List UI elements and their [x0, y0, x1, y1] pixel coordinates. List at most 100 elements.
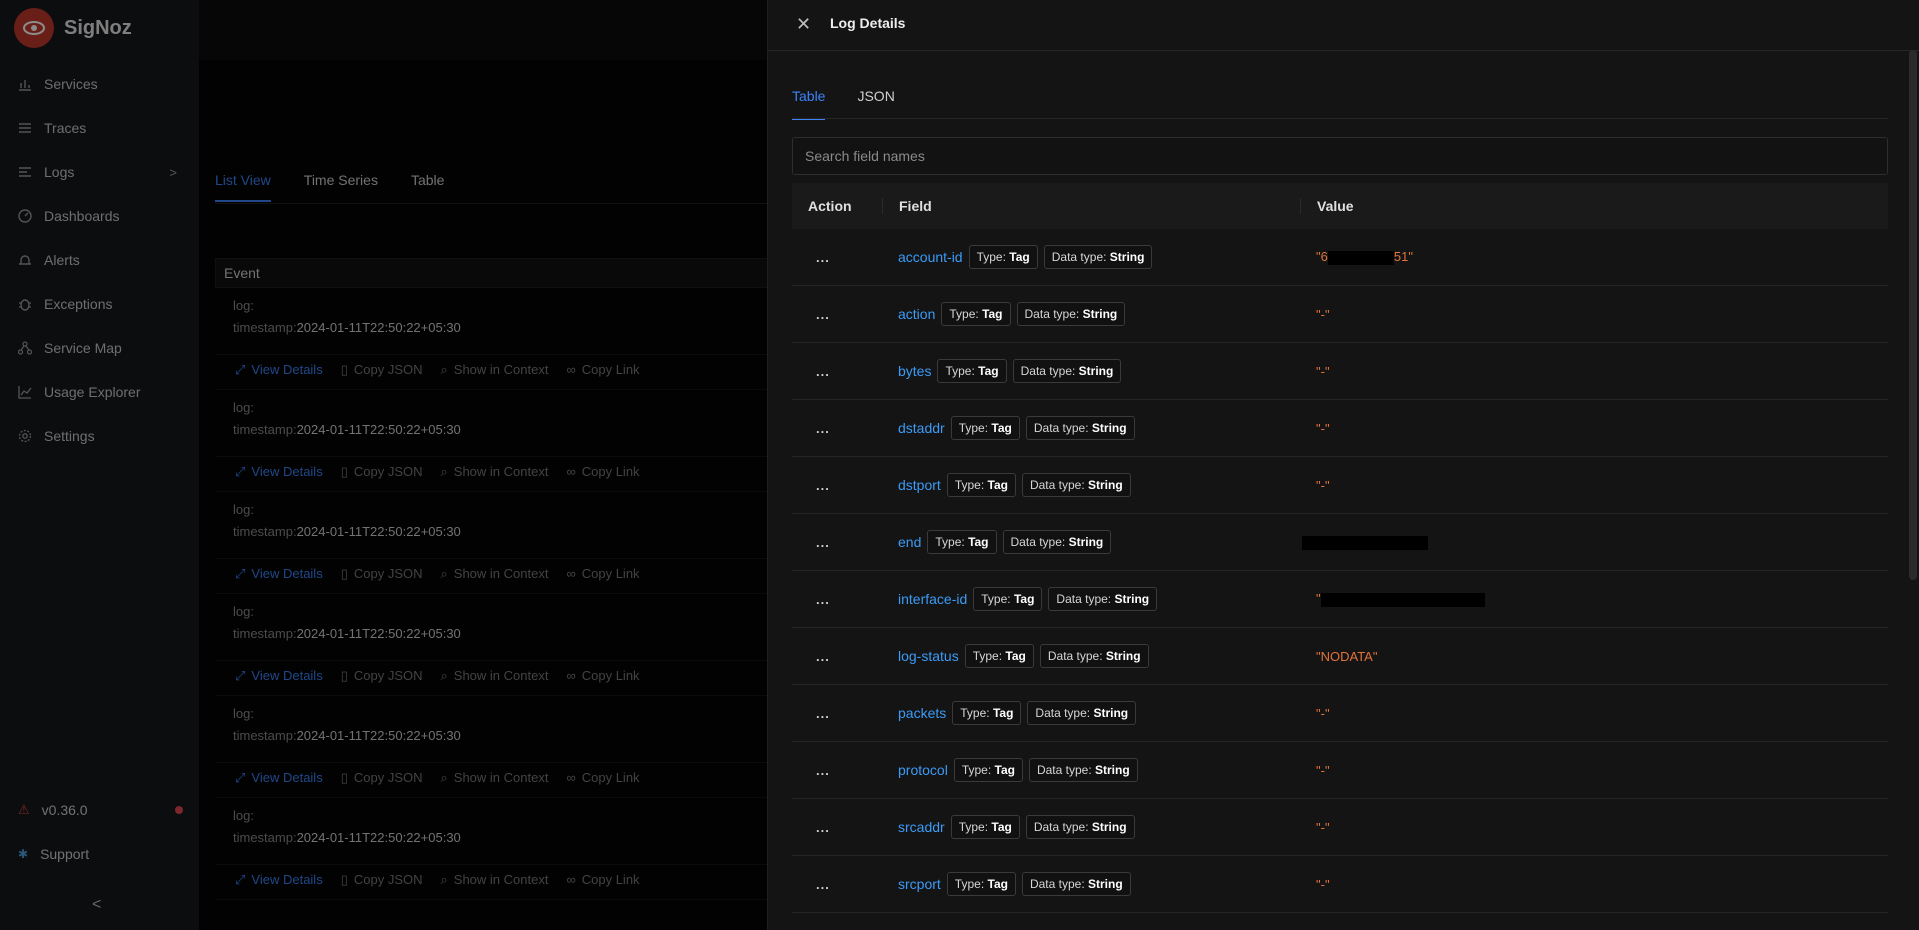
sidebar-item-settings[interactable]: Settings [0, 414, 199, 458]
row-action-menu[interactable]: ... [792, 592, 882, 607]
copy-link-button[interactable]: ∞ Copy Link [566, 668, 639, 683]
show-in-context-button[interactable]: ⌕ Show in Context [441, 668, 549, 684]
copy-link-button[interactable]: ∞ Copy Link [566, 770, 639, 785]
timestamp-line: timestamp:2024-01-11T22:50:22+05:30 [233, 728, 461, 743]
type-badge-value: Tag [987, 478, 1008, 492]
row-action-menu[interactable]: ... [792, 250, 882, 265]
view-details-button[interactable]: ⤢ View Details [235, 872, 323, 888]
field-name[interactable]: interface-id [898, 591, 967, 607]
datatype-badge: Data type: String [1012, 359, 1122, 383]
row-action-menu[interactable]: ... [792, 820, 882, 835]
type-badge: Type: Tag [946, 473, 1016, 497]
sidebar-item-exceptions[interactable]: Exceptions [0, 282, 199, 326]
field-name[interactable]: action [898, 306, 935, 322]
show-in-context-button[interactable]: ⌕ Show in Context [441, 362, 549, 378]
event-list: log: timestamp:2024-01-11T22:50:22+05:30… [215, 288, 795, 930]
copy-json-button[interactable]: ▯ Copy JSON [341, 362, 423, 378]
list-icon [18, 121, 32, 135]
row-action-menu[interactable]: ... [792, 421, 882, 436]
show-in-context-button[interactable]: ⌕ Show in Context [441, 566, 549, 582]
field-name[interactable]: packets [898, 705, 946, 721]
copy-json-button[interactable]: ▯ Copy JSON [341, 668, 423, 684]
type-badge-value: Tag [978, 364, 999, 378]
row-action-menu[interactable]: ... [792, 763, 882, 778]
field-name[interactable]: log-status [898, 648, 959, 664]
field-name[interactable]: bytes [898, 363, 931, 379]
sidebar-item-usage-explorer[interactable]: Usage Explorer [0, 370, 199, 414]
row-action-menu[interactable]: ... [792, 478, 882, 493]
tab-time-series[interactable]: Time Series [304, 172, 378, 202]
log-label: log: [233, 400, 254, 415]
show-in-context-button[interactable]: ⌕ Show in Context [441, 872, 549, 888]
sidebar-item-logs[interactable]: Logs > [0, 150, 199, 194]
drawer-scrollbar[interactable] [1909, 50, 1917, 580]
view-details-button[interactable]: ⤢ View Details [235, 770, 323, 786]
search-icon: ⌕ [440, 361, 448, 377]
view-details-label: View Details [251, 668, 323, 683]
copy-link-button[interactable]: ∞ Copy Link [566, 566, 639, 581]
view-details-button[interactable]: ⤢ View Details [235, 362, 323, 378]
row-action-menu[interactable]: ... [792, 364, 882, 379]
copy-link-label: Copy Link [581, 668, 640, 683]
search-field-names-input[interactable] [792, 137, 1888, 175]
copy-json-label: Copy JSON [353, 668, 423, 683]
value-cell: "-" [1300, 364, 1330, 379]
copy-json-button[interactable]: ▯ Copy JSON [341, 770, 423, 786]
type-badge-value: Tag [987, 877, 1008, 891]
copy-link-button[interactable]: ∞ Copy Link [566, 362, 639, 377]
close-icon[interactable]: ✕ [796, 14, 811, 35]
support-link[interactable]: ✱ Support [18, 846, 89, 862]
field-name[interactable]: srcport [898, 876, 941, 892]
show-in-context-button[interactable]: ⌕ Show in Context [441, 770, 549, 786]
copy-link-label: Copy Link [581, 464, 640, 479]
column-header-action: Action [808, 198, 852, 214]
copy-link-label: Copy Link [581, 566, 640, 581]
table-row: ... end Type: Tag Data type: String [792, 514, 1888, 571]
sidebar-item-services[interactable]: Services [0, 62, 199, 106]
type-badge-value: Tag [992, 706, 1014, 720]
copy-link-button[interactable]: ∞ Copy Link [566, 464, 639, 479]
view-details-button[interactable]: ⤢ View Details [235, 566, 323, 582]
brand[interactable]: SigNoz [14, 8, 132, 48]
drawer-title: Log Details [830, 15, 906, 31]
type-badge: Type: Tag [946, 872, 1016, 896]
type-badge-value: Tag [968, 535, 989, 549]
version-indicator[interactable]: ⚠ v0.36.0 [18, 802, 183, 818]
copy-json-button[interactable]: ▯ Copy JSON [341, 566, 423, 582]
datatype-badge-label: Data type: [1033, 820, 1089, 834]
row-action-menu[interactable]: ... [792, 307, 882, 322]
copy-link-button[interactable]: ∞ Copy Link [566, 872, 639, 887]
link-icon: ∞ [566, 872, 576, 887]
table-row: ... interface-id Type: Tag Data type: St… [792, 571, 1888, 628]
row-action-menu[interactable]: ... [792, 535, 882, 550]
sidebar-item-dashboards[interactable]: Dashboards [0, 194, 199, 238]
field-name[interactable]: srcaddr [898, 819, 945, 835]
brand-name: SigNoz [64, 16, 132, 39]
row-action-menu[interactable]: ... [792, 706, 882, 721]
row-action-menu[interactable]: ... [792, 649, 882, 664]
field-name[interactable]: end [898, 534, 921, 550]
row-action-menu[interactable]: ... [792, 877, 882, 892]
sidebar-item-alerts[interactable]: Alerts [0, 238, 199, 282]
copy-json-button[interactable]: ▯ Copy JSON [341, 872, 423, 888]
tab-list-view[interactable]: List View [215, 172, 271, 202]
field-name[interactable]: dstaddr [898, 420, 945, 436]
copy-icon: ▯ [340, 463, 348, 479]
value-cell: "-" [1300, 820, 1330, 835]
view-details-button[interactable]: ⤢ View Details [235, 668, 323, 684]
sidebar-item-label: Dashboards [44, 208, 120, 224]
view-details-button[interactable]: ⤢ View Details [235, 464, 323, 480]
tab-table[interactable]: Table [792, 88, 826, 120]
collapse-sidebar-icon[interactable]: < [92, 896, 101, 914]
field-name[interactable]: account-id [898, 249, 963, 265]
tab-table[interactable]: Table [411, 172, 444, 202]
field-value: "-" [1316, 819, 1330, 835]
field-name[interactable]: protocol [898, 762, 948, 778]
show-in-context-button[interactable]: ⌕ Show in Context [441, 464, 549, 480]
sidebar-item-service-map[interactable]: Service Map [0, 326, 199, 370]
sidebar-item-label: Alerts [44, 252, 80, 268]
sidebar-item-traces[interactable]: Traces [0, 106, 199, 150]
tab-json[interactable]: JSON [857, 88, 894, 120]
field-name[interactable]: dstport [898, 477, 941, 493]
copy-json-button[interactable]: ▯ Copy JSON [341, 464, 423, 480]
